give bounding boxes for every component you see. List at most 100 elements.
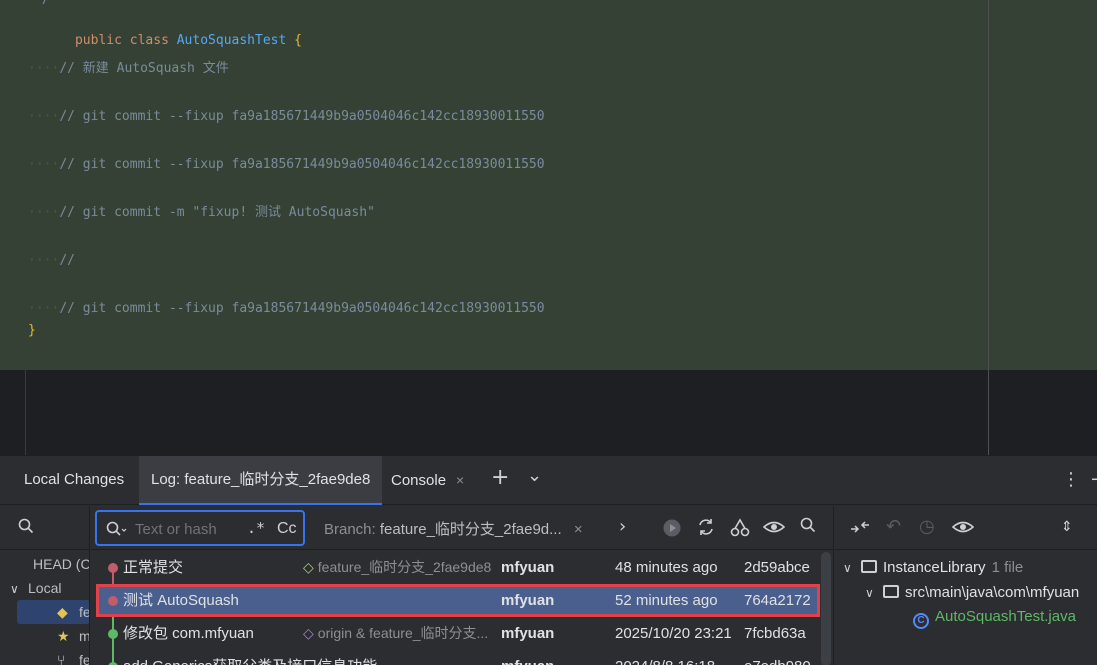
commit-hash: 2d59abce: [744, 559, 810, 576]
close-icon[interactable]: ×: [456, 472, 464, 488]
folder-icon: [883, 585, 899, 598]
comment-line: ····//: [28, 253, 75, 268]
search-icon: [106, 521, 128, 541]
add-tab-icon[interactable]: +: [491, 467, 509, 489]
commit-refs: ◇ feature_临时分支_2fae9de8: [303, 551, 491, 584]
commit-hash: 764a2172: [744, 592, 811, 609]
chevron-right-icon[interactable]: ›: [619, 517, 626, 537]
tree-root[interactable]: ∨ InstanceLibrary 1 file: [843, 556, 1023, 580]
commit-subject: 测试 AutoSquash: [123, 592, 239, 609]
log-scrollbar[interactable]: [821, 552, 831, 665]
search-icon[interactable]: [800, 517, 816, 538]
changed-files-pane: ↶ ◷ ⇕ ∨ InstanceLibrary 1 file ∨ src\main\j…: [835, 506, 1097, 665]
eye-icon[interactable]: [762, 517, 786, 542]
comment-end: */: [34, 0, 50, 7]
branch-item-feature-2[interactable]: ⑂ fe: [0, 648, 89, 665]
commit-author: mfyuan: [501, 592, 555, 609]
commit-date: 2024/8/8 16:18: [615, 650, 715, 665]
comment-line: ····// git commit -m "fixup! 测试 AutoSqua…: [28, 205, 375, 220]
root-label: InstanceLibrary: [883, 559, 986, 576]
tree-file[interactable]: C AutoSquashTest.java: [913, 605, 1076, 629]
commit-subject: 正常提交: [123, 559, 184, 576]
clear-branch-filter-icon[interactable]: ×: [574, 521, 583, 538]
revert-icon[interactable]: ↶: [886, 517, 901, 537]
comment-line: ····// git commit --fixup fa9a185671449b…: [28, 301, 545, 316]
branch-group-local[interactable]: ∨ Local: [0, 576, 89, 600]
history-icon[interactable]: ◷: [919, 517, 935, 537]
commit-author: mfyuan: [501, 650, 554, 665]
commit-date: 2025/10/20 23:21: [615, 625, 732, 642]
class-name: AutoSquashTest: [176, 33, 287, 48]
open-brace: {: [294, 33, 302, 48]
tool-tab-bar: Local Changes Log: feature_临时分支_2fae9de8…: [0, 456, 1097, 505]
filter-placeholder: Text or hash: [135, 521, 217, 538]
chevron-down-icon[interactable]: ⌄: [527, 466, 542, 486]
group-label: Local: [28, 580, 62, 596]
commit-row[interactable]: add Generics获取父类及接口信息功能 mfyuan 2024/8/8 …: [91, 650, 821, 665]
java-class-icon: C: [913, 613, 929, 629]
eye-icon[interactable]: [951, 517, 975, 542]
commit-row[interactable]: 修改包 com.mfyuan ◇ origin & feature_临时分支...…: [91, 617, 821, 650]
comment-line: ····// git commit --fixup fa9a185671449b…: [28, 109, 545, 124]
tree-folder[interactable]: ∨ src\main\java\com\mfyuan: [865, 581, 1079, 605]
collapse-icon[interactable]: [849, 517, 871, 542]
tag-icon: ◇: [303, 559, 314, 575]
tag-icon: ◇: [303, 625, 314, 641]
comment-line: ····// 新建 AutoSquash 文件: [28, 61, 229, 76]
branches-pane: HEAD (C ∨ Local ◆ fe ★ m ⑂ fe: [0, 506, 90, 665]
more-options-icon[interactable]: ⋮: [1062, 470, 1080, 490]
branch-label: fe: [79, 604, 90, 620]
star-icon: ★: [57, 628, 70, 644]
match-case-toggle[interactable]: Cc: [277, 520, 297, 538]
changes-toolbar: ↶ ◷ ⇕: [835, 506, 1097, 550]
class-declaration-line: public class AutoSquashTest {: [28, 11, 302, 48]
folder-path: src\main\java\com\mfyuan: [905, 584, 1080, 601]
branch-label: m: [79, 628, 90, 644]
cherry-pick-icon[interactable]: [730, 517, 750, 542]
refresh-icon[interactable]: [696, 517, 716, 542]
minimize-icon[interactable]: −: [1090, 470, 1097, 490]
commit-row-selected[interactable]: 测试 AutoSquash mfyuan 52 minutes ago 764a…: [96, 584, 820, 617]
chevron-down-icon: ∨: [865, 586, 874, 600]
tab-local-changes[interactable]: Local Changes: [12, 456, 136, 505]
commit-refs: ◇ origin & feature_临时分支...: [303, 617, 488, 650]
commit-hash: 7fcbd63a: [744, 625, 806, 642]
commit-date: 52 minutes ago: [615, 592, 718, 609]
commit-log-pane: Text or hash .* Cc Branch: feature_临时分支_…: [91, 506, 834, 665]
branch-head[interactable]: HEAD (C: [0, 552, 89, 576]
branch-filter-label: Branch:: [324, 521, 376, 538]
chevron-down-icon: ∨: [10, 582, 19, 596]
text-or-hash-filter[interactable]: Text or hash .* Cc: [95, 510, 305, 546]
tab-label: Local Changes: [24, 471, 125, 488]
tag-icon: ◆: [57, 604, 68, 620]
commit-dot: [108, 629, 118, 639]
keyword-class: class: [129, 33, 169, 48]
module-folder-icon: [861, 560, 877, 573]
commit-refs-label: feature_临时分支_2fae9de8: [317, 559, 492, 575]
divider: [0, 549, 89, 550]
commit-hash: e7edb980: [744, 650, 811, 665]
branch-filter[interactable]: Branch: feature_临时分支_2fae9d... ×: [324, 518, 583, 539]
right-margin-guide: [988, 0, 989, 455]
commit-refs-label: origin & feature_临时分支...: [317, 625, 489, 641]
keyword-public: public: [74, 33, 122, 48]
regex-toggle[interactable]: .*: [247, 519, 265, 537]
file-count: 1 file: [991, 559, 1024, 576]
close-brace-line: }: [28, 323, 36, 338]
commit-subject: 修改包 com.mfyuan: [123, 625, 254, 642]
search-icon[interactable]: [18, 518, 34, 538]
gutter-divider: [25, 370, 26, 455]
comment-line: ····// git commit --fixup fa9a185671449b…: [28, 157, 545, 172]
code-editor[interactable]: */ public class AutoSquashTest { ····// …: [0, 0, 1097, 455]
commit-dot: [108, 563, 118, 573]
tab-console[interactable]: Console ×: [379, 456, 476, 505]
commit-author: mfyuan: [501, 625, 555, 642]
branch-item-feature[interactable]: ◆ fe: [0, 600, 90, 624]
tab-log[interactable]: Log: feature_临时分支_2fae9de8: [139, 456, 383, 505]
commit-author: mfyuan: [501, 559, 555, 576]
expand-collapse-icon[interactable]: ⇕: [1061, 517, 1073, 537]
cherry-pick-play-icon[interactable]: [662, 518, 682, 543]
branch-item-main[interactable]: ★ m: [0, 624, 90, 648]
commit-row[interactable]: 正常提交 ◇ feature_临时分支_2fae9de8 mfyuan 48 mi…: [91, 551, 821, 584]
commit-dot: [108, 596, 118, 606]
